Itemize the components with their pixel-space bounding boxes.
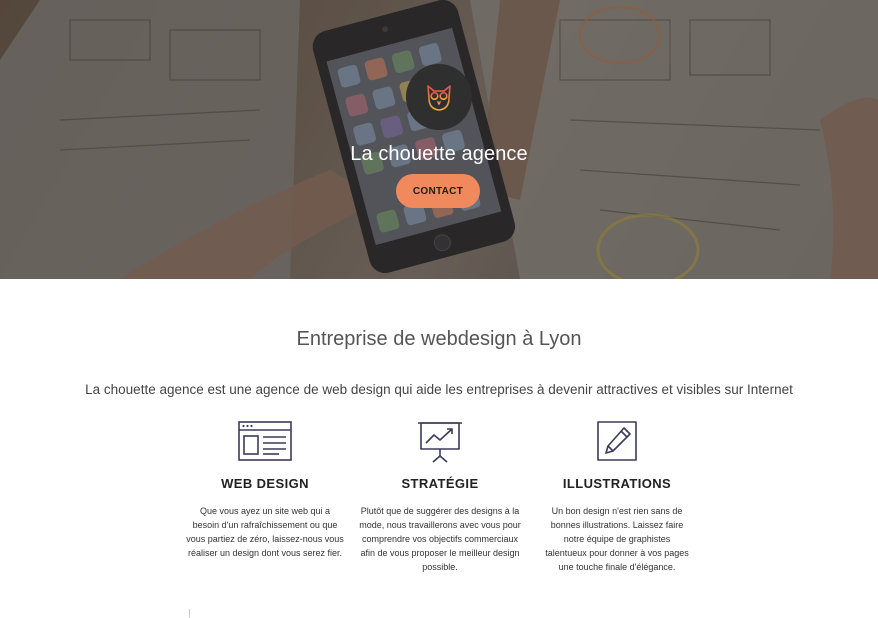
services-list: WEB DESIGN Que vous ayez un site web qui… [180, 420, 700, 610]
browser-window-icon [238, 421, 292, 461]
intro-text: La chouette agence est une agence de web… [85, 382, 793, 397]
hero-overlay [0, 0, 878, 279]
service-illustrations: ILLUSTRATIONS Un bon design n'est rien s… [532, 420, 702, 574]
contact-button[interactable]: CONTACT [396, 174, 480, 208]
service-text: Plutôt que de suggérer des designs à la … [359, 506, 521, 572]
service-title: STRATÉGIE [401, 476, 479, 491]
service-text: Que vous ayez un site web qui a besoin d… [186, 506, 344, 558]
hero-title: La chouette agence [350, 143, 528, 165]
pencil-square-icon [597, 421, 637, 461]
hero-banner: La chouette agence CONTACT [0, 0, 878, 279]
owl-logo-icon [427, 85, 451, 111]
text-cursor [189, 609, 190, 618]
service-strategie: STRATÉGIE Plutôt que de suggérer des des… [355, 420, 525, 574]
service-title: WEB DESIGN [221, 476, 309, 491]
logo[interactable] [406, 64, 472, 130]
service-web-design: WEB DESIGN Que vous ayez un site web qui… [180, 420, 350, 560]
service-title: ILLUSTRATIONS [562, 476, 672, 491]
service-text: Un bon design n'est rien sans de bonnes … [545, 506, 689, 572]
presentation-chart-icon [418, 422, 462, 463]
section-title: Entreprise de webdesign à Lyon [296, 328, 582, 350]
